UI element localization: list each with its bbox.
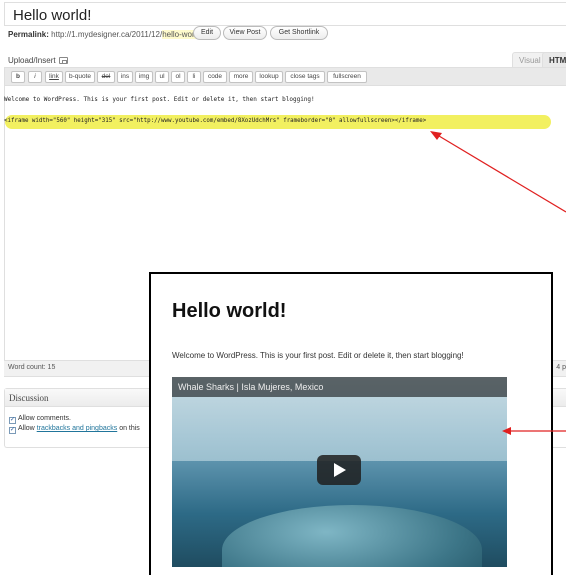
allow-trackbacks-suffix: on this: [119, 425, 140, 432]
post-title-input[interactable]: Hello world!: [13, 7, 91, 24]
permalink-base: http://1.mydesigner.ca/2011/12/: [51, 30, 163, 39]
qt-link-button[interactable]: link: [45, 71, 63, 83]
post-preview-panel: Hello world! Welcome to WordPress. This …: [149, 272, 553, 575]
qt-bquote-button[interactable]: b-quote: [65, 71, 95, 83]
allow-trackbacks-checkbox[interactable]: ✓: [9, 427, 16, 434]
permalink-label: Permalink:: [8, 30, 49, 39]
allow-trackbacks-prefix: Allow: [18, 425, 35, 432]
allow-comments-label: Allow comments.: [18, 415, 71, 422]
preview-title: Hello world!: [172, 300, 287, 322]
allow-comments-checkbox[interactable]: ✓: [9, 417, 16, 424]
qt-more-button[interactable]: more: [229, 71, 253, 83]
post-title-field[interactable]: Hello world!: [4, 2, 566, 26]
qt-bold-button[interactable]: b: [11, 71, 25, 83]
upload-insert-label: Upload/Insert: [8, 56, 56, 65]
video-title[interactable]: Whale Sharks | Isla Mujeres, Mexico: [172, 377, 507, 397]
content-line-iframe[interactable]: <iframe width="560" height="315" src="ht…: [4, 118, 426, 124]
word-count: Word count: 15: [8, 364, 56, 371]
embedded-video[interactable]: Whale Sharks | Isla Mujeres, Mexico: [172, 377, 507, 567]
trackbacks-link[interactable]: trackbacks and pingbacks: [37, 425, 118, 432]
allow-trackbacks-row[interactable]: ✓ Allow trackbacks and pingbacks on this: [9, 425, 140, 434]
qt-close-tags-button[interactable]: close tags: [285, 71, 325, 83]
qt-li-button[interactable]: li: [187, 71, 201, 83]
qt-fullscreen-button[interactable]: fullscreen: [327, 71, 367, 83]
add-media-icon[interactable]: [58, 57, 68, 64]
allow-comments-row[interactable]: ✓ Allow comments.: [9, 415, 71, 424]
tab-html[interactable]: HTML: [542, 52, 566, 68]
view-post-button[interactable]: View Post: [223, 26, 267, 40]
qt-ol-button[interactable]: ol: [171, 71, 185, 83]
preview-text: Welcome to WordPress. This is your first…: [172, 351, 464, 360]
get-shortlink-button[interactable]: Get Shortlink: [270, 26, 328, 40]
qt-ul-button[interactable]: ul: [155, 71, 169, 83]
qt-del-button[interactable]: del: [97, 71, 115, 83]
qt-ins-button[interactable]: ins: [117, 71, 133, 83]
qt-lookup-button[interactable]: lookup: [255, 71, 283, 83]
play-icon[interactable]: [317, 455, 361, 485]
content-line-welcome[interactable]: Welcome to WordPress. This is your first…: [4, 96, 315, 103]
upload-insert[interactable]: Upload/Insert: [8, 56, 68, 65]
quicktags-toolbar: b i link b-quote del ins img ul ol li co…: [5, 68, 566, 86]
status-right-text: 4 p: [556, 364, 566, 371]
qt-code-button[interactable]: code: [203, 71, 227, 83]
permalink-row: Permalink: http://1.mydesigner.ca/2011/1…: [8, 27, 203, 43]
qt-italic-button[interactable]: i: [28, 71, 42, 83]
edit-permalink-button[interactable]: Edit: [193, 26, 221, 40]
qt-img-button[interactable]: img: [135, 71, 153, 83]
